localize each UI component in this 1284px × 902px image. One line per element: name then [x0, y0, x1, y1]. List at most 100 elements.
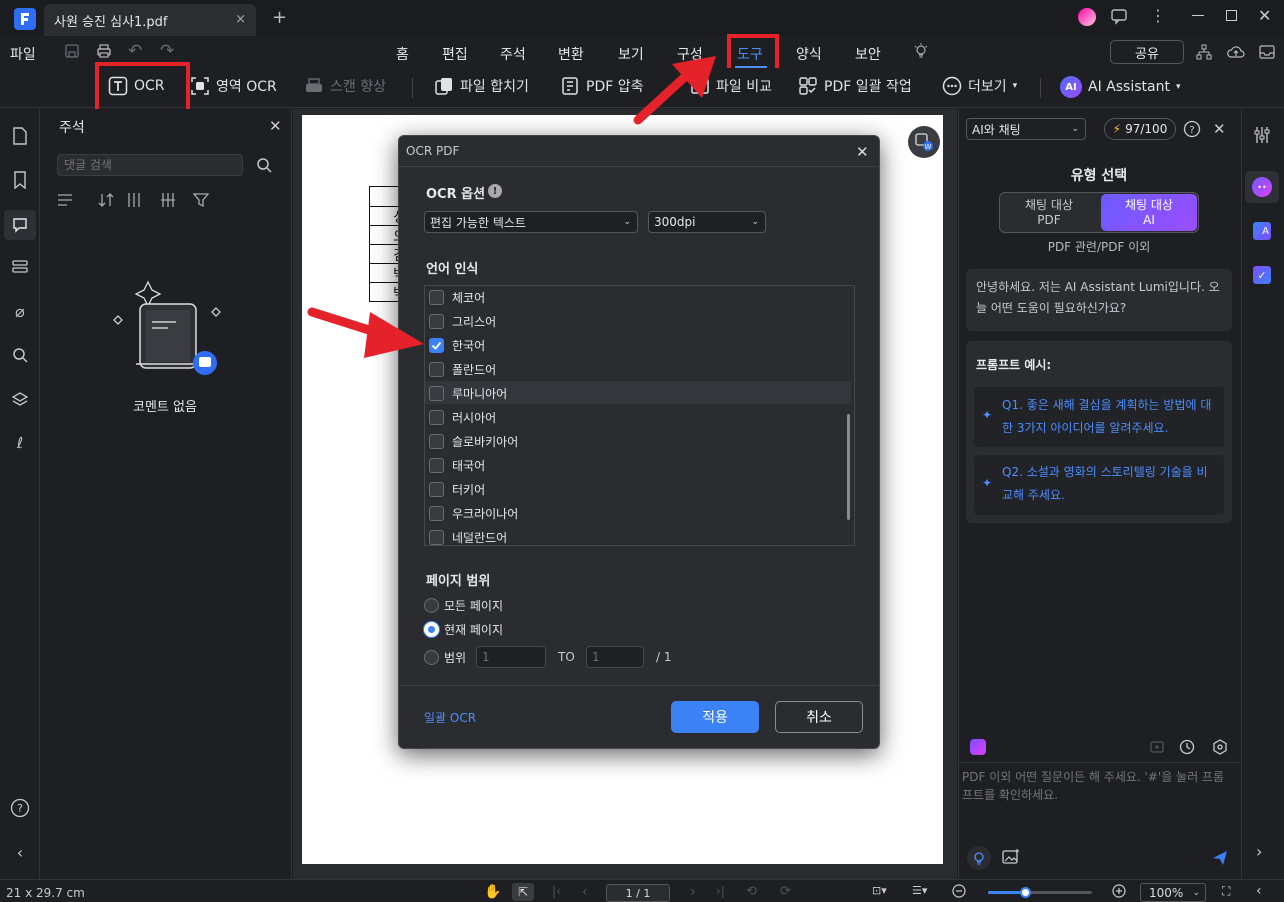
- maximize-icon[interactable]: [1226, 10, 1237, 21]
- hand-tool-icon[interactable]: ✋: [484, 884, 501, 900]
- close-window-icon[interactable]: ✕: [1258, 6, 1271, 25]
- batch-pdf-button[interactable]: PDF 일괄 작업: [798, 76, 912, 96]
- properties-icon[interactable]: [1253, 126, 1271, 148]
- sort-icon[interactable]: [98, 192, 114, 212]
- apply-button[interactable]: 적용: [671, 701, 759, 733]
- close-dialog-icon[interactable]: ✕: [856, 143, 869, 161]
- new-chat-icon[interactable]: [1149, 739, 1165, 759]
- fit-page-icon[interactable]: ⊡▾: [872, 884, 887, 897]
- help-icon[interactable]: ?: [1183, 120, 1201, 142]
- close-ai-panel-icon[interactable]: ✕: [1213, 120, 1226, 138]
- area-ocr-button[interactable]: 영역 OCR: [190, 76, 277, 96]
- all-pages-radio[interactable]: [424, 598, 439, 613]
- list-view-icon[interactable]: [57, 193, 73, 211]
- undo-icon[interactable]: ↶: [128, 41, 142, 61]
- language-checkbox[interactable]: [429, 362, 444, 377]
- share-button[interactable]: 공유: [1110, 40, 1184, 64]
- bulb-icon[interactable]: [913, 43, 929, 63]
- cloud-upload-icon[interactable]: [1227, 44, 1245, 64]
- collapse-status-icon[interactable]: ‹: [1256, 883, 1262, 899]
- document-tab[interactable]: 사원 승진 심사1.pdf ×: [44, 4, 256, 36]
- merge-files-button[interactable]: 파일 합치기: [434, 76, 529, 96]
- settings-icon[interactable]: [1212, 739, 1228, 759]
- menu-home[interactable]: 홈: [396, 44, 409, 64]
- scan-enhance-button[interactable]: 스캔 향상: [304, 76, 386, 96]
- rotate-right-icon[interactable]: ⟳: [780, 884, 791, 899]
- ai-robot-icon[interactable]: ••: [1245, 171, 1279, 203]
- range-from-input[interactable]: 1: [476, 646, 546, 668]
- layers-icon[interactable]: [8, 387, 32, 411]
- zoom-out-icon[interactable]: [952, 884, 966, 902]
- dpi-select[interactable]: 300dpi ⌄: [648, 211, 766, 233]
- print-icon[interactable]: [96, 43, 112, 63]
- lightbulb-icon[interactable]: [967, 846, 991, 870]
- translate-icon[interactable]: A: [1253, 222, 1271, 240]
- save-icon[interactable]: [64, 43, 80, 63]
- info-icon[interactable]: !: [488, 184, 502, 198]
- user-avatar[interactable]: [1078, 8, 1096, 26]
- close-tab-icon[interactable]: ×: [235, 12, 246, 27]
- translate-float-icon[interactable]: W: [908, 126, 940, 158]
- chat-ai-option[interactable]: 채팅 대상 AI: [1101, 194, 1197, 231]
- page-thumbnail-icon[interactable]: [8, 124, 32, 148]
- search-icon[interactable]: [8, 343, 32, 367]
- comment-search-input[interactable]: [57, 154, 243, 176]
- prompt-library-icon[interactable]: [970, 739, 986, 755]
- expand-icon[interactable]: [126, 192, 142, 212]
- redo-icon[interactable]: ↷: [160, 41, 174, 61]
- more-options-icon[interactable]: ⋮: [1150, 6, 1166, 25]
- more-tools-button[interactable]: 더보기 ▾: [942, 76, 1017, 96]
- send-icon[interactable]: [1212, 850, 1228, 870]
- collapse-left-icon[interactable]: ‹: [8, 840, 32, 864]
- attachment-icon[interactable]: ⌀: [8, 299, 32, 323]
- fit-screen-icon[interactable]: ⛶: [1222, 884, 1230, 899]
- page-layout-icon[interactable]: ☰▾: [912, 884, 927, 897]
- ai-mode-select[interactable]: AI와 채팅 ⌄: [966, 118, 1086, 140]
- tray-icon[interactable]: [1259, 44, 1275, 64]
- comment-icon[interactable]: [4, 210, 36, 240]
- last-page-icon[interactable]: ›|: [716, 884, 725, 898]
- new-tab-icon[interactable]: +: [272, 7, 287, 28]
- chat-pdf-option[interactable]: 채팅 대상 PDF: [1001, 194, 1097, 231]
- zoom-in-icon[interactable]: [1112, 884, 1126, 902]
- batch-ocr-link[interactable]: 일괄 OCR: [424, 709, 476, 726]
- rotate-left-icon[interactable]: ⟲: [746, 884, 757, 899]
- language-checkbox[interactable]: [429, 410, 444, 425]
- minimize-icon[interactable]: [1192, 15, 1204, 16]
- ai-chat-input[interactable]: [962, 768, 1234, 834]
- prev-page-icon[interactable]: ‹: [582, 884, 588, 900]
- org-icon[interactable]: [1196, 44, 1212, 64]
- language-checkbox[interactable]: [429, 506, 444, 521]
- filter-icon[interactable]: [192, 192, 210, 212]
- language-scrollbar[interactable]: [847, 414, 850, 520]
- ai-assistant-button[interactable]: AI AI Assistant ▾: [1060, 76, 1180, 98]
- menu-edit[interactable]: 편집: [442, 44, 468, 64]
- bookmark-icon[interactable]: [8, 168, 32, 192]
- help-icon[interactable]: ?: [8, 796, 32, 820]
- range-radio[interactable]: [424, 650, 439, 665]
- ocr-mode-select[interactable]: 편집 가능한 텍스트 ⌄: [424, 211, 638, 233]
- language-checkbox[interactable]: [429, 314, 444, 329]
- cancel-button[interactable]: 취소: [775, 701, 863, 733]
- menu-security[interactable]: 보안: [855, 44, 881, 64]
- search-icon[interactable]: [256, 157, 272, 177]
- next-page-icon[interactable]: ›: [690, 884, 696, 900]
- zoom-select[interactable]: 100% ⌄: [1140, 883, 1206, 902]
- range-to-input[interactable]: 1: [586, 646, 644, 668]
- close-panel-icon[interactable]: ✕: [269, 117, 282, 135]
- language-checkbox[interactable]: [429, 338, 444, 353]
- menu-file[interactable]: 파일: [10, 44, 36, 64]
- feedback-icon[interactable]: [1110, 7, 1128, 29]
- language-checkbox[interactable]: [429, 434, 444, 449]
- image-upload-icon[interactable]: [1002, 849, 1020, 869]
- collapse-right-icon[interactable]: ›: [1256, 842, 1262, 861]
- language-checkbox[interactable]: [429, 290, 444, 305]
- current-page-radio[interactable]: [424, 622, 439, 637]
- history-icon[interactable]: [1179, 739, 1195, 759]
- fields-icon[interactable]: [8, 255, 32, 279]
- language-checkbox[interactable]: [429, 386, 444, 401]
- select-tool-icon[interactable]: ⇱: [512, 883, 534, 901]
- menu-form[interactable]: 양식: [796, 44, 822, 64]
- language-checkbox[interactable]: [429, 530, 444, 545]
- menu-comment[interactable]: 주석: [500, 44, 526, 64]
